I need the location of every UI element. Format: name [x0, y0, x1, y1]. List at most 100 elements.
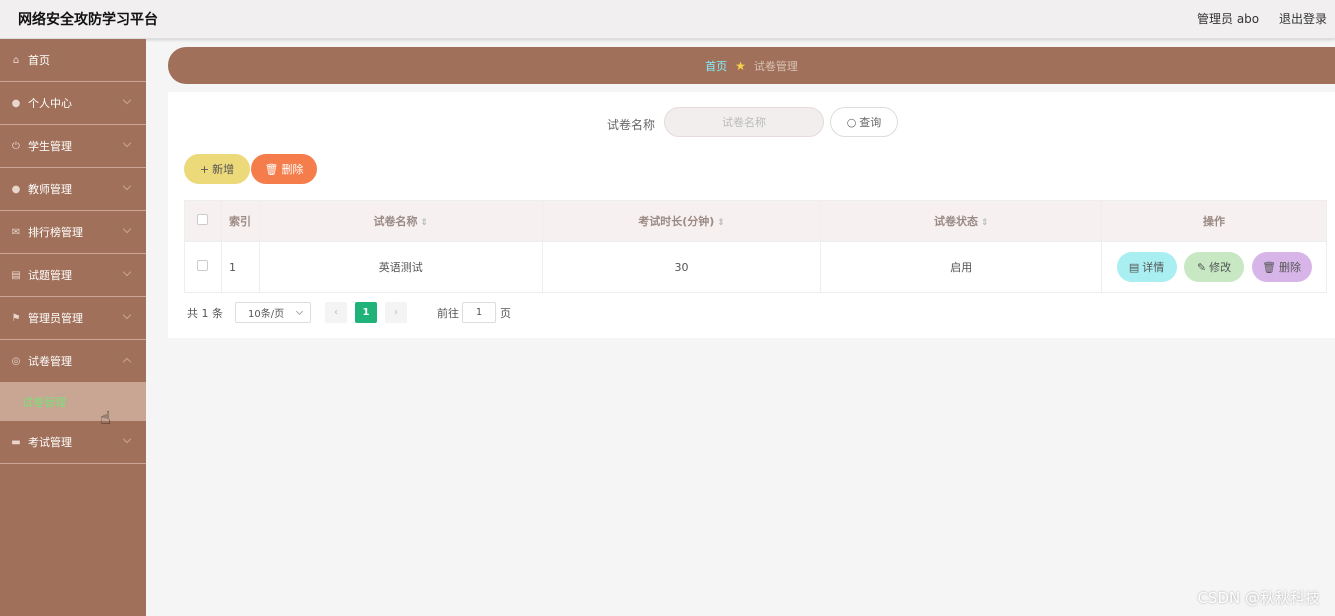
top-header: 网络安全攻防学习平台 管理员 abo 退出登录	[0, 0, 1335, 39]
edit-button-label: 修改	[1209, 261, 1232, 274]
header-paper-name[interactable]: 试卷名称 ⇕	[258, 200, 543, 242]
sidebar-item-label: 首页	[28, 54, 50, 67]
edit-button[interactable]: ✎ 修改	[1184, 252, 1245, 282]
query-button[interactable]: ○ 查询	[830, 107, 898, 137]
clipboard-icon: ▤	[11, 269, 21, 281]
checkbox[interactable]	[197, 260, 209, 271]
chevron-down-icon	[122, 267, 132, 277]
sidebar-item-label: 考试管理	[28, 436, 72, 449]
plus-icon: +	[199, 162, 210, 176]
sidebar-subitem-paper-management[interactable]: 试卷管理	[0, 383, 146, 421]
sort-icon[interactable]: ⇕	[421, 218, 429, 228]
home-icon: ⌂	[12, 54, 20, 66]
page-number-current[interactable]: 1	[355, 302, 377, 323]
table-header-row: 索引 试卷名称 ⇕ 考试时长(分钟) ⇕ 试卷状态 ⇕ 操作	[184, 200, 1327, 242]
table-row: 1 英语测试 30 启用 ▤ 详情 ✎ 修改 🗑 删除	[184, 241, 1327, 293]
trash-icon: 🗑	[1262, 260, 1277, 274]
mail-icon: ✉	[11, 226, 21, 238]
chevron-down-icon	[122, 138, 132, 148]
watermark: CSDN @秋秋科技	[1197, 589, 1320, 607]
sidebar-item-label: 学生管理	[28, 140, 72, 153]
sidebar-item-ranking[interactable]: ✉ 排行榜管理	[0, 211, 146, 254]
add-button[interactable]: + 新增	[184, 154, 250, 184]
breadcrumb: 首页 ★ 试卷管理	[168, 47, 1335, 84]
sidebar-item-admins[interactable]: ⚑ 管理员管理	[0, 297, 146, 340]
sort-icon[interactable]: ⇕	[717, 218, 725, 228]
breadcrumb-home[interactable]: 首页	[705, 58, 727, 74]
sidebar: ⌂ 首页 ● 个人中心 ⏻ 学生管理 ● 教师管理 ✉ 排行榜管理 ▤ 试题管理…	[0, 39, 146, 616]
page-size-select[interactable]: 10条/页	[235, 302, 311, 323]
page-size-value: 10条/页	[248, 309, 285, 320]
chevron-down-icon	[295, 307, 304, 316]
cell-duration: 30	[541, 241, 822, 293]
header-operations: 操作	[1101, 200, 1327, 242]
sidebar-item-teachers[interactable]: ● 教师管理	[0, 168, 146, 211]
chevron-down-icon	[122, 310, 132, 320]
sort-icon[interactable]: ⇕	[981, 218, 989, 228]
paper-table: 索引 试卷名称 ⇕ 考试时长(分钟) ⇕ 试卷状态 ⇕ 操作 1 英语测试 30 启用…	[184, 200, 1327, 293]
row-select[interactable]	[184, 241, 222, 293]
chevron-down-icon	[122, 95, 132, 105]
prev-page-button[interactable]: ‹	[325, 302, 347, 323]
sidebar-subitem-label: 试卷管理	[22, 396, 66, 409]
header-label: 试卷名称	[373, 215, 418, 228]
sidebar-item-label: 管理员管理	[28, 312, 83, 325]
target-icon: ◎	[11, 355, 21, 367]
delete-button-label: 删除	[281, 163, 304, 176]
logout-link[interactable]: 退出登录	[1279, 12, 1327, 26]
chevron-down-icon	[122, 181, 132, 191]
batch-delete-button[interactable]: 🗑 删除	[251, 154, 317, 184]
next-page-button[interactable]: ›	[385, 302, 407, 323]
sidebar-item-label: 教师管理	[28, 183, 72, 196]
hand-cursor-icon: ☝	[100, 408, 111, 429]
row-delete-button-label: 删除	[1279, 261, 1302, 274]
breadcrumb-current: 试卷管理	[753, 59, 798, 73]
page-suffix: 页	[500, 306, 511, 320]
sidebar-item-label: 个人中心	[28, 97, 72, 110]
chevron-down-icon	[122, 224, 132, 234]
search-label: 试卷名称	[607, 118, 656, 132]
row-delete-button[interactable]: 🗑 删除	[1251, 252, 1312, 282]
pagination: 共 1 条 10条/页 ‹ 1 › 前往 页	[187, 302, 511, 323]
pagination-total: 共 1 条	[187, 306, 223, 320]
search-input[interactable]	[664, 107, 824, 137]
goto-label: 前往	[437, 306, 459, 320]
cell-operations: ▤ 详情 ✎ 修改 🗑 删除	[1101, 241, 1327, 293]
user-icon: ●	[11, 97, 21, 109]
goto-page-input[interactable]	[462, 302, 496, 323]
star-icon: ★	[735, 58, 746, 73]
sidebar-item-home[interactable]: ⌂ 首页	[0, 39, 146, 82]
header-status[interactable]: 试卷状态 ⇕	[820, 200, 1103, 242]
sidebar-item-exams[interactable]: ▬ 考试管理	[0, 421, 146, 464]
query-button-label: 查询	[859, 116, 882, 129]
sidebar-item-label: 试卷管理	[28, 355, 72, 368]
chevron-up-icon	[122, 357, 132, 367]
sidebar-item-questions[interactable]: ▤ 试题管理	[0, 254, 146, 297]
detail-button-label: 详情	[1142, 261, 1165, 274]
user-icon: ●	[11, 183, 21, 195]
sidebar-item-students[interactable]: ⏻ 学生管理	[0, 125, 146, 168]
chevron-down-icon	[122, 434, 132, 444]
sidebar-item-label: 试题管理	[28, 269, 72, 282]
sidebar-item-label: 排行榜管理	[28, 226, 83, 239]
cell-status: 启用	[820, 241, 1103, 293]
add-button-label: 新增	[212, 163, 235, 176]
header-duration[interactable]: 考试时长(分钟) ⇕	[541, 200, 822, 242]
cell-index: 1	[220, 241, 260, 293]
checkbox[interactable]	[197, 214, 209, 225]
flag-icon: ⚑	[11, 312, 21, 324]
header-index: 索引	[220, 200, 260, 242]
pencil-icon: ✎	[1196, 260, 1207, 274]
detail-button[interactable]: ▤ 详情	[1116, 252, 1177, 282]
sidebar-item-papers[interactable]: ◎ 试卷管理	[0, 340, 146, 383]
header-label: 试卷状态	[933, 215, 978, 228]
document-icon: ▤	[1128, 260, 1140, 274]
power-icon: ⏻	[12, 140, 20, 152]
sidebar-item-personal-center[interactable]: ● 个人中心	[0, 82, 146, 125]
header-label: 考试时长(分钟)	[638, 215, 715, 228]
trash-icon: 🗑	[264, 162, 279, 176]
main-panel: 试卷名称 ○ 查询 + 新增 🗑 删除 索引 试卷名称⇕ 考试时长(分钟)⇕ 试…	[168, 92, 1335, 338]
header-select-all[interactable]	[184, 200, 222, 242]
cell-paper-name: 英语测试	[258, 241, 543, 293]
app-title: 网络安全攻防学习平台	[18, 12, 158, 28]
